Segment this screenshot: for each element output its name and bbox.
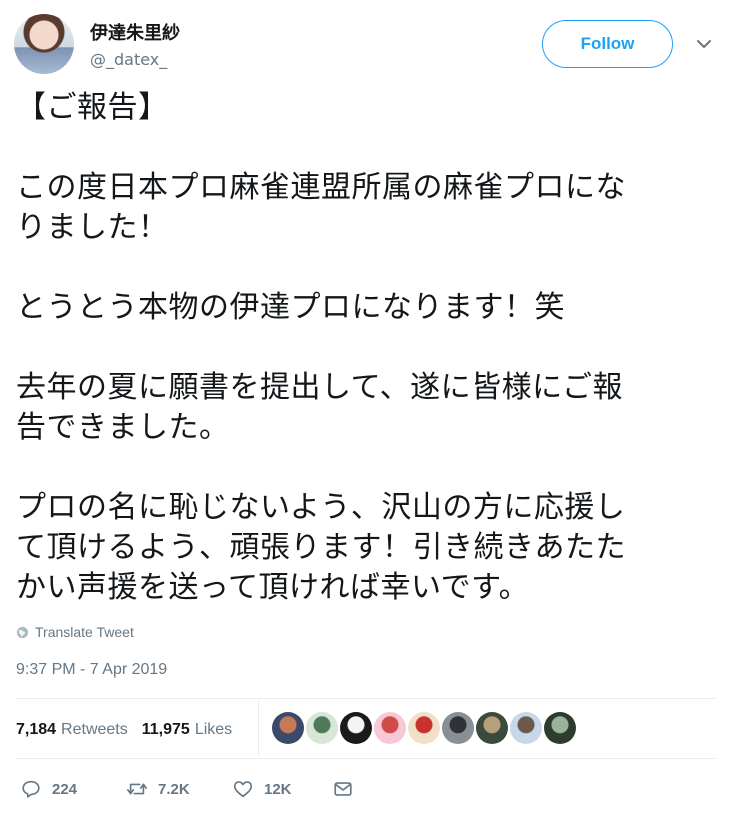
liker-avatar[interactable] xyxy=(340,712,372,744)
direct-message-action[interactable] xyxy=(332,778,354,800)
tweet-text-line: て頂けるよう、頑張ります！引き続きあたた xyxy=(16,530,626,565)
tweet-header: 伊達朱里紗 @_datex_ Follow xyxy=(0,0,731,86)
follow-button[interactable]: Follow xyxy=(542,20,673,68)
liker-avatar[interactable] xyxy=(442,712,474,744)
tweet-text-line: りました！ xyxy=(16,210,169,245)
likes-stat[interactable]: 11,975 Likes xyxy=(142,721,232,739)
liker-avatar[interactable] xyxy=(408,712,440,744)
tweet-timestamp[interactable]: 9:37 PM - 7 Apr 2019 xyxy=(16,661,167,679)
liker-avatar[interactable] xyxy=(306,712,338,744)
likers-avatars xyxy=(272,712,576,744)
tweet-text-line: プロの名に恥じないよう、沢山の方に応援し xyxy=(16,490,626,525)
liker-avatar[interactable] xyxy=(510,712,542,744)
divider xyxy=(16,758,716,759)
tweet-text-line: この度日本プロ麻雀連盟所属の麻雀プロにな xyxy=(16,170,626,205)
tweet-text-line: とうとう本物の伊達プロになります！笑 xyxy=(16,290,565,325)
tweet-text-line: 【ご報告】 xyxy=(16,90,169,125)
heart-icon xyxy=(233,781,253,798)
tweet-text-line: 告できました。 xyxy=(16,410,230,445)
liker-avatar[interactable] xyxy=(544,712,576,744)
translate-tweet-link[interactable]: Translate Tweet xyxy=(16,624,134,640)
divider xyxy=(16,698,716,699)
like-count: 12K xyxy=(264,780,292,798)
tweet-text-line xyxy=(16,328,721,368)
retweet-icon xyxy=(127,783,147,795)
avatar[interactable] xyxy=(14,14,74,74)
user-handle[interactable]: @_datex_ xyxy=(90,50,167,69)
like-action[interactable]: 12K xyxy=(232,778,332,800)
tweet-text-line xyxy=(16,128,721,168)
reply-icon xyxy=(22,780,40,798)
tweet-text-line: 去年の夏に願書を提出して、遂に皆様にご報 xyxy=(16,370,623,405)
liker-avatar[interactable] xyxy=(272,712,304,744)
tweet-text: 【ご報告】この度日本プロ麻雀連盟所属の麻雀プロにな りました！ とうとう本物の伊達プ… xyxy=(16,88,721,608)
tweet-stats: 7,184 Retweets 11,975 Likes xyxy=(16,712,246,748)
user-name[interactable]: 伊達朱里紗 xyxy=(90,19,180,45)
tweet-text-line xyxy=(16,448,721,488)
envelope-icon xyxy=(334,782,352,796)
retweets-count: 7,184 xyxy=(16,721,57,738)
tweet-actions: 224 7.2K 12K xyxy=(20,776,354,802)
tweet-text-line xyxy=(16,248,721,288)
liker-avatar[interactable] xyxy=(374,712,406,744)
likes-count: 11,975 xyxy=(141,721,190,738)
retweet-action[interactable]: 7.2K xyxy=(126,778,232,800)
stats-separator xyxy=(258,700,259,756)
retweets-stat[interactable]: 7,184 Retweets xyxy=(16,721,128,739)
likes-label: Likes xyxy=(194,721,233,738)
globe-icon xyxy=(16,626,29,638)
chevron-down-icon[interactable] xyxy=(694,36,714,52)
retweet-count: 7.2K xyxy=(158,780,190,798)
reply-action[interactable]: 224 xyxy=(20,778,126,800)
reply-count: 224 xyxy=(52,780,78,798)
translate-label: Translate Tweet xyxy=(35,624,134,640)
retweets-label: Retweets xyxy=(61,721,128,738)
tweet-text-line: かい声援を送って頂ければ幸いです。 xyxy=(16,570,530,605)
liker-avatar[interactable] xyxy=(476,712,508,744)
